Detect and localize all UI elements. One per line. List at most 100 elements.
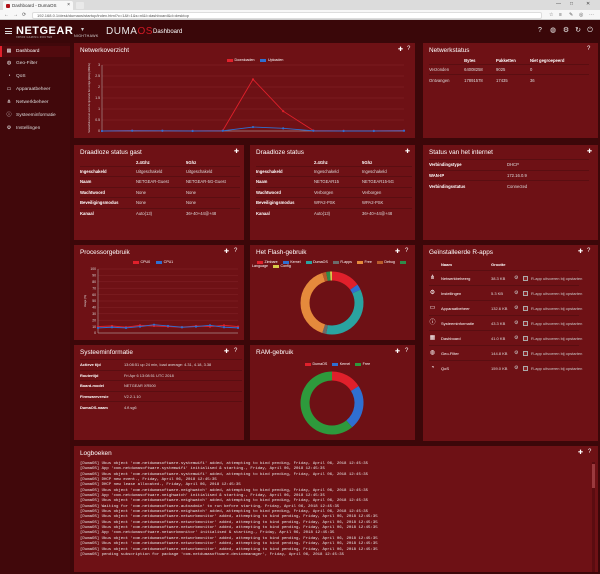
rapp-startup-checkbox[interactable] bbox=[523, 291, 528, 296]
settings-gear-icon[interactable]: ⚙ bbox=[562, 27, 570, 35]
wireless-guest-panel: Draadloze status gast ✚ 2.4Ghz 5Ghz Inges… bbox=[74, 145, 244, 240]
rapp-settings-icon[interactable]: ⚙ bbox=[514, 331, 518, 346]
share-icon[interactable]: ✎ bbox=[569, 10, 573, 20]
band5-value: Uitgeschakeld bbox=[186, 165, 240, 177]
y-tick-label: 2.5 bbox=[95, 74, 100, 78]
installed-rapps-panel: Geïnstalleerde R-apps ✚ ? Naam Grootte ⋔… bbox=[423, 245, 598, 441]
power-icon[interactable]: ⏻ bbox=[586, 27, 594, 35]
donut-slice-debug bbox=[322, 272, 328, 282]
y-tick-label: 70 bbox=[92, 286, 96, 290]
data-point-uploaden bbox=[342, 129, 345, 133]
table-header: Pakketten bbox=[496, 57, 516, 63]
rapp-startup-label: R-app uitvoeren bij opstarten bbox=[531, 321, 583, 326]
table-row: WAN-IP 172.16.0.9 bbox=[429, 169, 589, 181]
sidebar-item-network-manager[interactable]: ⋔ Netwerkbeheer bbox=[0, 97, 70, 108]
browser-tab[interactable]: Dashboard - DumaOS × bbox=[3, 1, 73, 10]
table-header: 2.4Ghz bbox=[136, 159, 150, 165]
new-tab-button[interactable] bbox=[76, 2, 84, 9]
page-title: Dashboard bbox=[153, 29, 183, 35]
rapp-startup-checkbox[interactable] bbox=[523, 306, 528, 311]
data-point-cpu1 bbox=[96, 326, 100, 329]
gear-icon: ⚙ bbox=[429, 290, 436, 296]
help-icon[interactable]: ? bbox=[587, 46, 590, 52]
rapp-settings-icon[interactable]: ⚙ bbox=[514, 361, 518, 376]
panel-title: Geïnstalleerde R-apps bbox=[429, 249, 493, 256]
pin-icon[interactable]: ✚ bbox=[224, 348, 229, 355]
rapp-settings-icon[interactable]: ⚙ bbox=[514, 286, 518, 301]
help-icon[interactable]: ? bbox=[587, 248, 590, 254]
favorites-star-icon[interactable]: ☆ bbox=[549, 10, 553, 20]
sidebar-item-dashboard[interactable]: ▦ Dashboard bbox=[0, 46, 70, 57]
language-globe-icon[interactable]: ◍ bbox=[549, 27, 557, 35]
pin-icon[interactable]: ✚ bbox=[587, 148, 592, 155]
rapp-startup-label: R-app uitvoeren bij opstarten bbox=[531, 291, 583, 296]
hamburger-menu-icon[interactable] bbox=[5, 28, 12, 34]
sidebar-item-settings[interactable]: ⚙ Instellingen bbox=[0, 123, 70, 134]
logs-panel: Logboeken ✚ ? [DumaOS] Ubus object 'com.… bbox=[74, 446, 598, 572]
table-row: Ingeschakeld Uitgeschakeld Uitgeschakeld bbox=[80, 165, 240, 177]
rapp-row: ⋔ Netwerkbeheerg 38.3 KB ⚙ R-app uitvoeren b… bbox=[429, 270, 582, 286]
rapp-settings-icon[interactable]: ⚙ bbox=[514, 271, 518, 286]
browser-chrome: Dashboard - DumaOS × — □ ✕ ← → ⟳ 192.168… bbox=[0, 0, 600, 20]
rapp-startup-checkbox[interactable] bbox=[523, 276, 528, 281]
rapp-startup-label: R-app uitvoeren bij opstarten bbox=[531, 306, 583, 311]
maximize-button[interactable]: □ bbox=[570, 0, 573, 9]
data-point-uploaden bbox=[282, 127, 285, 130]
rapp-row: ▭ Apparaatbeheer 132.6 KB ⚙ R-app uitvoeren … bbox=[429, 300, 583, 316]
back-button[interactable]: ← bbox=[4, 10, 9, 20]
rapp-startup-checkbox[interactable] bbox=[523, 351, 528, 356]
rapp-startup-checkbox[interactable] bbox=[523, 321, 528, 326]
rapp-settings-icon[interactable]: ⚙ bbox=[514, 301, 518, 316]
band24-value: NETGEAR-Guest bbox=[136, 176, 186, 187]
rapp-settings-icon[interactable]: ⚙ bbox=[514, 316, 518, 331]
system-info-table: Actieve tijd 13:08:51 up 24 min, load ave… bbox=[80, 359, 242, 412]
band5-value: NETGEAR15-5G bbox=[362, 176, 412, 187]
rapp-row: ⓘ Systeeminformatie 43.3 KB ⚙ R-app uitvoere… bbox=[429, 315, 583, 331]
row-value: Connected bbox=[507, 180, 589, 191]
hub-icon[interactable]: ◎ bbox=[579, 10, 583, 20]
pin-icon[interactable]: ✚ bbox=[234, 148, 239, 155]
table-row: Wachtwoord Verborgen Verborgen bbox=[256, 186, 412, 198]
scrollbar-thumb[interactable] bbox=[592, 464, 595, 488]
help-icon[interactable]: ? bbox=[234, 348, 237, 354]
row-label: Firmwareversie bbox=[80, 390, 124, 402]
sidebar-item-system-info[interactable]: ⓘ Systeeminformatie bbox=[0, 110, 70, 121]
tab-close-icon[interactable]: × bbox=[67, 1, 70, 10]
table-row: Kanaal Auto(13) 36+40+44@+48 bbox=[80, 207, 240, 219]
sidebar-item-geo-filter[interactable]: ◍ Geo-Filter bbox=[0, 58, 70, 69]
band5-value: 36+40+44@+48 bbox=[186, 207, 240, 219]
nighthawk-logo: ▾ NIGHTHAWK bbox=[74, 26, 100, 40]
netgear-subtitle: XR500 GAMING ROUTER bbox=[16, 36, 53, 39]
pin-icon[interactable]: ✚ bbox=[578, 248, 583, 255]
rapp-startup-checkbox[interactable] bbox=[523, 336, 528, 341]
data-point-cpu1 bbox=[222, 326, 226, 329]
pin-icon[interactable]: ✚ bbox=[405, 148, 410, 155]
window-close-button[interactable]: ✕ bbox=[586, 0, 590, 9]
help-icon[interactable]: ? bbox=[536, 27, 544, 35]
row-value: DHCP bbox=[507, 159, 589, 170]
donut-slice-kernel bbox=[350, 284, 361, 294]
data-point-uploaden bbox=[100, 129, 104, 133]
reading-list-icon[interactable]: ≡ bbox=[559, 10, 562, 20]
sidebar-item-device-manager[interactable]: ▭ Apparaatbeheer bbox=[0, 84, 70, 95]
donut-slice-dumaos bbox=[331, 371, 359, 392]
minimize-button[interactable]: — bbox=[556, 0, 561, 9]
help-icon[interactable]: ? bbox=[588, 449, 591, 455]
refresh-icon[interactable]: ↻ bbox=[574, 27, 582, 35]
log-scrollbar[interactable] bbox=[592, 462, 595, 572]
data-point-uploaden bbox=[161, 129, 164, 132]
sidebar-item-label: Systeeminformatie bbox=[16, 113, 56, 118]
data-point-cpu1 bbox=[138, 325, 142, 328]
rapp-settings-icon[interactable]: ⚙ bbox=[514, 346, 518, 361]
more-menu-icon[interactable]: ⋯ bbox=[589, 10, 594, 20]
url-input[interactable]: 192.168.0.1/desk/dumaos/startup/index.ht… bbox=[32, 11, 542, 19]
sidebar-item-qos[interactable]: ◔ QoS bbox=[0, 71, 70, 82]
rapp-startup-checkbox[interactable] bbox=[523, 366, 528, 371]
forward-button[interactable]: → bbox=[13, 10, 18, 20]
reload-button[interactable]: ⟳ bbox=[22, 10, 26, 20]
row-value: NETGEAR XR500 bbox=[124, 380, 242, 391]
band24-value: NETGEAR15 bbox=[314, 176, 362, 187]
pin-icon[interactable]: ✚ bbox=[578, 449, 583, 456]
y-tick-label: 20 bbox=[92, 318, 96, 322]
network-status-panel: Netwerkstatus ? Bytes Pakketten Niet gegro… bbox=[423, 43, 598, 138]
